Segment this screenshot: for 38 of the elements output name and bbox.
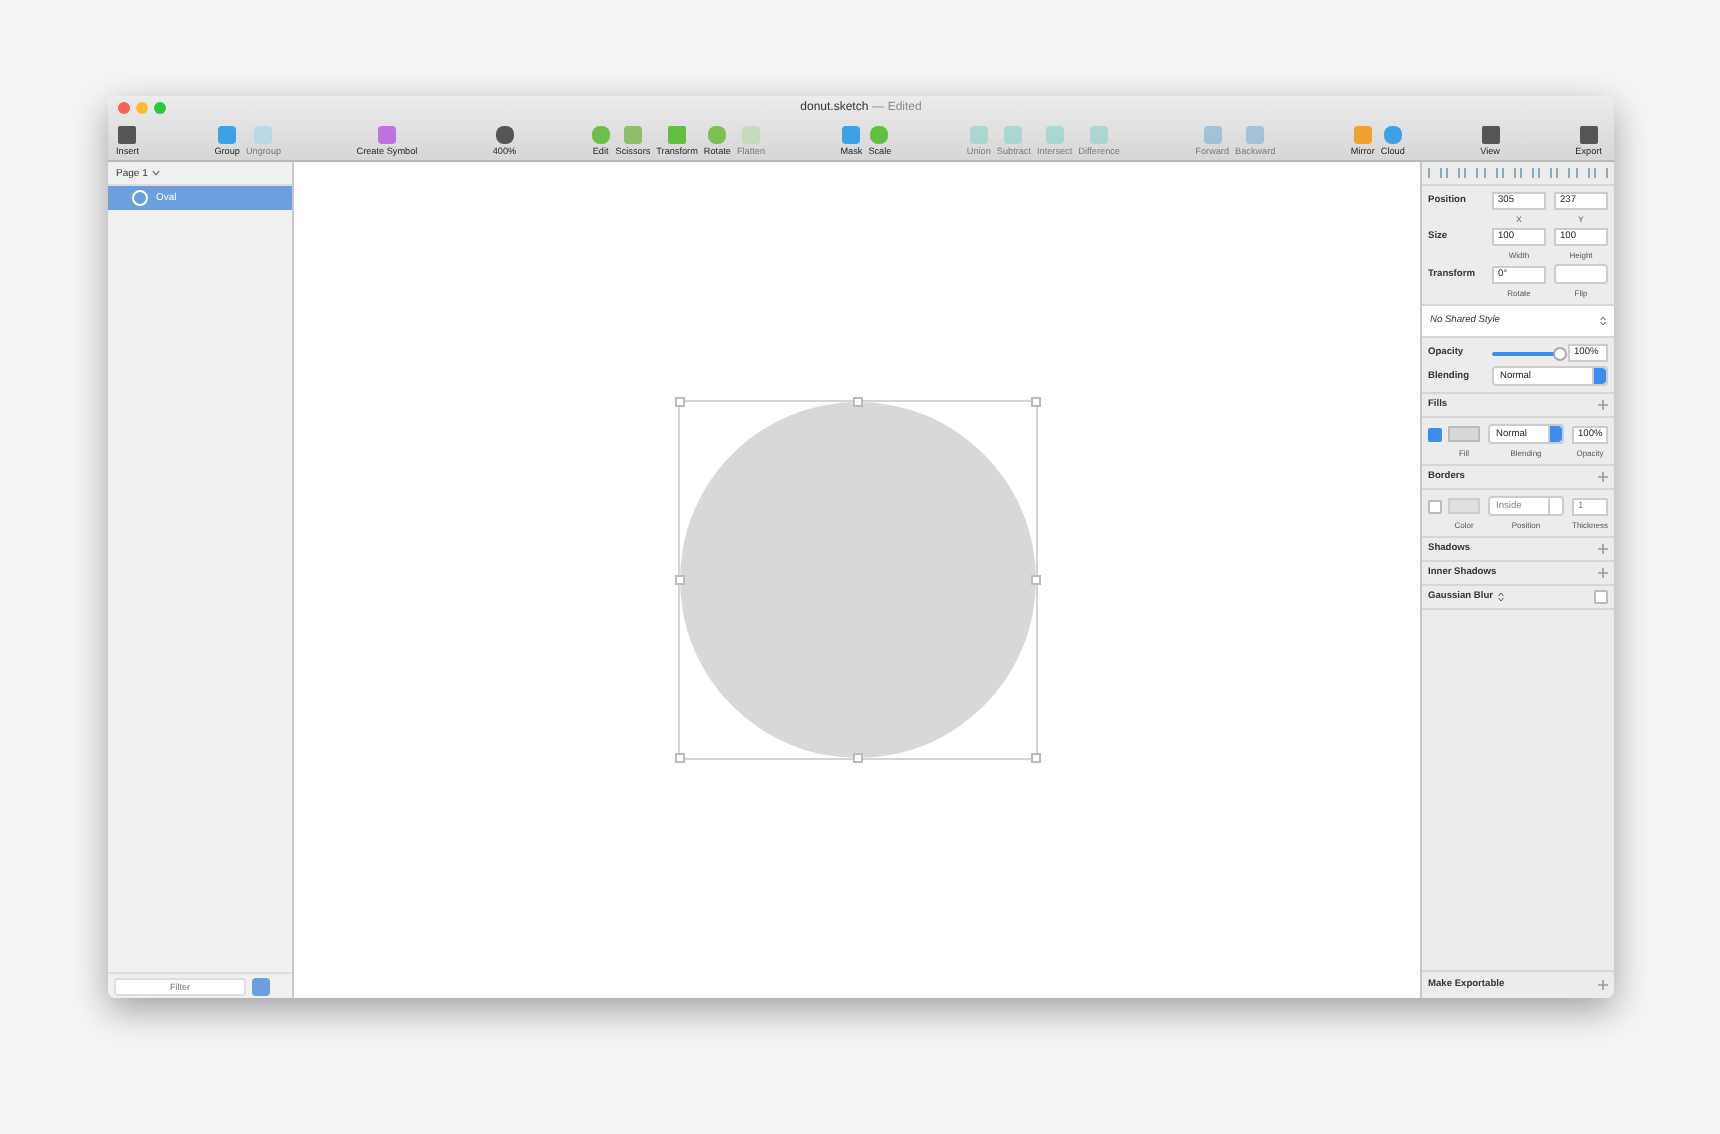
fill-checkbox[interactable] [1428,427,1442,441]
resize-handle[interactable] [852,397,862,407]
flip-control[interactable] [1554,264,1608,284]
tool-icon [668,126,687,144]
oval-icon [132,190,148,206]
close-icon[interactable] [118,102,130,114]
add-icon[interactable] [1598,544,1608,554]
border-checkbox[interactable] [1428,499,1442,513]
resize-handle[interactable] [852,753,862,763]
resize-handle[interactable] [1030,575,1040,585]
tool-icon [118,126,137,144]
resize-handle[interactable] [674,575,684,585]
zoom-icon[interactable] [154,102,166,114]
minimize-icon[interactable] [136,102,148,114]
resize-handle[interactable] [1030,753,1040,763]
tool-icon [495,126,514,144]
tool-icon [377,126,396,144]
tool-icon [1045,126,1064,144]
tool-icon [1246,126,1265,144]
resize-handle[interactable] [674,397,684,407]
stepper-icon [1600,316,1606,326]
add-icon[interactable] [1598,472,1608,482]
chevron-down-icon [151,170,160,176]
add-icon[interactable] [1598,568,1608,578]
stepper-icon [1497,592,1504,602]
resize-handle[interactable] [1030,397,1040,407]
tool-icon [1203,126,1222,144]
slider-thumb[interactable] [1553,346,1567,360]
add-icon[interactable] [1598,980,1608,990]
border-swatch[interactable] [1448,498,1480,514]
add-icon[interactable] [1598,400,1608,410]
fill-swatch[interactable] [1448,426,1480,442]
resize-handle[interactable] [674,753,684,763]
blur-checkbox[interactable] [1594,590,1608,604]
tool-icon [1481,126,1500,144]
layer-tools-icon[interactable] [252,977,270,995]
tool-icon [1090,126,1109,144]
tool-icon [1579,126,1598,144]
